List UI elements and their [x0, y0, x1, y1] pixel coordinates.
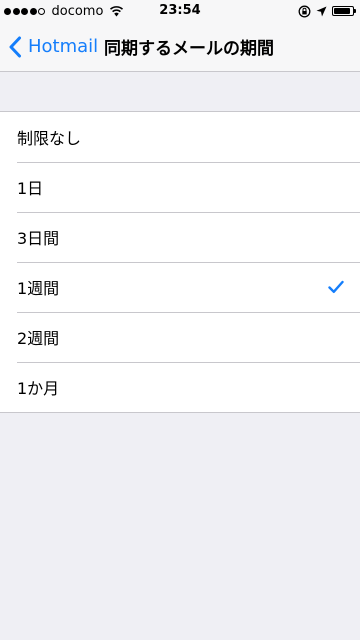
option-1-day[interactable]: 1日 — [0, 162, 360, 212]
status-bar: docomo 23:54 — [0, 0, 360, 22]
screen: docomo 23:54 Hotmail 同期するメールの期間 制限なし 1日 … — [0, 0, 360, 640]
option-label: 1週間 — [17, 279, 60, 298]
location-arrow-icon — [316, 6, 327, 16]
option-2-weeks[interactable]: 2週間 — [0, 312, 360, 362]
checkmark-icon — [328, 280, 344, 293]
option-label: 3日間 — [17, 229, 60, 248]
back-label: Hotmail — [28, 36, 99, 57]
option-label: 制限なし — [17, 129, 82, 148]
sync-period-list: 制限なし 1日 3日間 1週間 2週間 1か月 — [0, 111, 360, 413]
option-label: 1日 — [17, 179, 44, 198]
option-1-month[interactable]: 1か月 — [0, 362, 360, 412]
option-no-limit[interactable]: 制限なし — [0, 112, 360, 162]
navigation-bar: Hotmail 同期するメールの期間 — [0, 22, 360, 72]
option-label: 1か月 — [17, 379, 60, 398]
chevron-left-icon — [9, 36, 21, 57]
orientation-lock-icon — [298, 5, 311, 17]
back-button[interactable]: Hotmail — [8, 22, 98, 71]
option-1-week[interactable]: 1週間 — [0, 262, 360, 312]
option-3-days[interactable]: 3日間 — [0, 212, 360, 262]
battery-icon — [332, 6, 356, 16]
page-title: 同期するメールの期間 — [104, 39, 274, 59]
battery-fill — [334, 8, 350, 14]
option-label: 2週間 — [17, 329, 60, 348]
status-right — [293, 4, 356, 18]
